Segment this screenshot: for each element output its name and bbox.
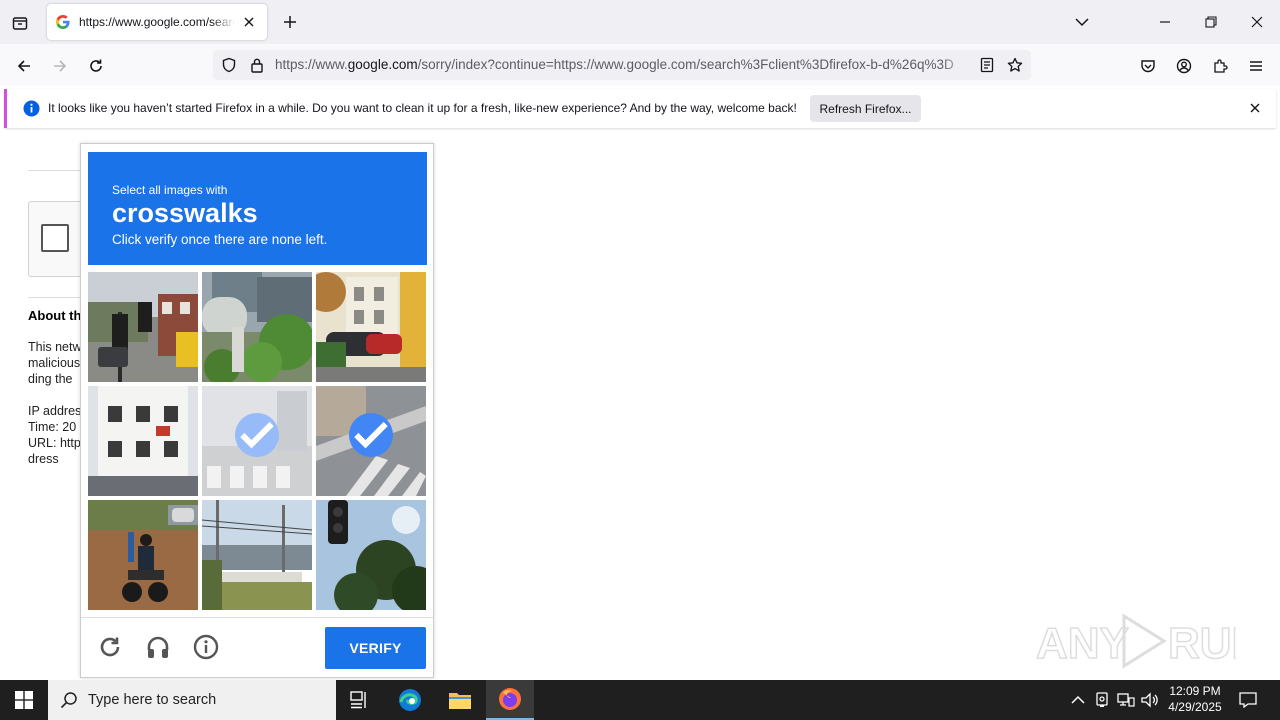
notification-bar: It looks like you haven’t started Firefo… xyxy=(4,89,1276,128)
navigation-toolbar: https://www.google.com/sorry/index?conti… xyxy=(0,44,1280,86)
captcha-tile[interactable] xyxy=(202,500,312,610)
about-text-line: malicious xyxy=(28,356,81,370)
svg-text:RUN: RUN xyxy=(1168,619,1236,668)
anyrun-watermark: ANY RUN xyxy=(1035,608,1264,674)
info-text-line: IP addres xyxy=(28,404,82,418)
refresh-firefox-button[interactable]: Refresh Firefox... xyxy=(810,95,921,122)
tracking-shield-icon[interactable] xyxy=(221,57,237,73)
audio-challenge-icon[interactable] xyxy=(143,632,173,662)
search-icon xyxy=(60,691,78,709)
tab-title: https://www.google.com/search?client=fir… xyxy=(79,15,235,29)
info-text-line: dress xyxy=(28,452,59,466)
taskbar-search-input[interactable]: Type here to search xyxy=(48,680,336,720)
close-notification-icon[interactable] xyxy=(1247,100,1263,116)
divider xyxy=(28,297,88,298)
captcha-tile[interactable] xyxy=(202,272,312,382)
captcha-instructions: Select all images with crosswalks Click … xyxy=(88,152,427,265)
close-window-icon[interactable] xyxy=(1242,8,1272,36)
windows-taskbar: Type here to search 12:09 PM 4/29/2025 xyxy=(0,680,1280,720)
captcha-tile[interactable] xyxy=(88,386,198,496)
browser-tab[interactable]: https://www.google.com/search?client=fir… xyxy=(47,4,267,40)
reload-icon[interactable] xyxy=(82,52,110,80)
volume-icon[interactable] xyxy=(1140,690,1160,710)
firefox-view-icon[interactable] xyxy=(6,9,34,37)
lock-icon[interactable] xyxy=(249,57,265,73)
hamburger-menu-icon[interactable] xyxy=(1242,52,1270,80)
captcha-challenge-dialog: Select all images with crosswalks Click … xyxy=(80,143,434,678)
captcha-instruction-line: Click verify once there are none left. xyxy=(112,232,328,247)
info-icon xyxy=(23,100,40,117)
minimize-icon[interactable] xyxy=(1150,8,1180,36)
help-info-icon[interactable] xyxy=(191,632,221,662)
search-placeholder: Type here to search xyxy=(88,692,217,708)
captcha-instruction-line: Select all images with xyxy=(112,183,228,197)
about-heading: About th xyxy=(28,308,82,323)
chevron-up-icon[interactable] xyxy=(1068,690,1088,710)
close-tab-icon[interactable] xyxy=(239,12,259,32)
clock-time: 12:09 PM xyxy=(1169,684,1221,698)
file-explorer-icon[interactable] xyxy=(436,680,484,720)
notification-message: It looks like you haven’t started Firefo… xyxy=(48,101,797,115)
account-icon[interactable] xyxy=(1170,52,1198,80)
url-text[interactable]: https://www.google.com/sorry/index?conti… xyxy=(275,57,969,72)
svg-text:ANY: ANY xyxy=(1036,619,1129,668)
restore-icon[interactable] xyxy=(1196,8,1226,36)
reader-view-icon[interactable] xyxy=(979,57,995,73)
captcha-tile[interactable] xyxy=(88,500,198,610)
notification-center-icon[interactable] xyxy=(1238,690,1258,710)
device-icon[interactable] xyxy=(1092,690,1112,710)
recaptcha-widget xyxy=(28,201,88,277)
captcha-tile[interactable] xyxy=(316,272,426,382)
taskbar-clock[interactable]: 12:09 PM 4/29/2025 xyxy=(1160,683,1230,715)
list-all-tabs-icon[interactable] xyxy=(1067,8,1097,36)
bookmark-star-icon[interactable] xyxy=(1007,57,1023,73)
captcha-keyword: crosswalks xyxy=(112,198,258,228)
captcha-tile[interactable] xyxy=(202,386,312,496)
new-tab-icon[interactable] xyxy=(278,10,302,34)
selected-check-icon xyxy=(235,413,279,457)
about-text-line: ding the xyxy=(28,372,73,386)
pocket-icon[interactable] xyxy=(1134,52,1162,80)
recaptcha-checkbox[interactable] xyxy=(41,224,69,252)
verify-button[interactable]: VERIFY xyxy=(325,627,426,669)
divider xyxy=(28,170,88,171)
tab-bar: https://www.google.com/search?client=fir… xyxy=(0,0,1280,44)
about-text-line: This netw xyxy=(28,340,82,354)
extensions-icon[interactable] xyxy=(1206,52,1234,80)
info-text-line: Time: 20 xyxy=(28,420,77,434)
clock-date: 4/29/2025 xyxy=(1168,700,1222,714)
address-bar[interactable]: https://www.google.com/sorry/index?conti… xyxy=(213,50,1031,80)
selected-check-icon xyxy=(349,413,393,457)
captcha-tile[interactable] xyxy=(316,386,426,496)
task-view-icon[interactable] xyxy=(336,680,384,720)
captcha-tile[interactable] xyxy=(316,500,426,610)
google-g-icon xyxy=(55,14,71,30)
firefox-taskbar-icon[interactable] xyxy=(486,680,534,720)
reload-challenge-icon[interactable] xyxy=(95,632,125,662)
captcha-image-grid xyxy=(88,272,427,610)
info-text-line: URL: http xyxy=(28,436,81,450)
captcha-tile[interactable] xyxy=(88,272,198,382)
back-arrow-icon[interactable] xyxy=(10,52,38,80)
forward-arrow-icon[interactable] xyxy=(46,52,74,80)
network-icon[interactable] xyxy=(1116,690,1136,710)
divider xyxy=(81,617,433,618)
windows-start-icon[interactable] xyxy=(0,680,48,720)
edge-browser-icon[interactable] xyxy=(386,680,434,720)
